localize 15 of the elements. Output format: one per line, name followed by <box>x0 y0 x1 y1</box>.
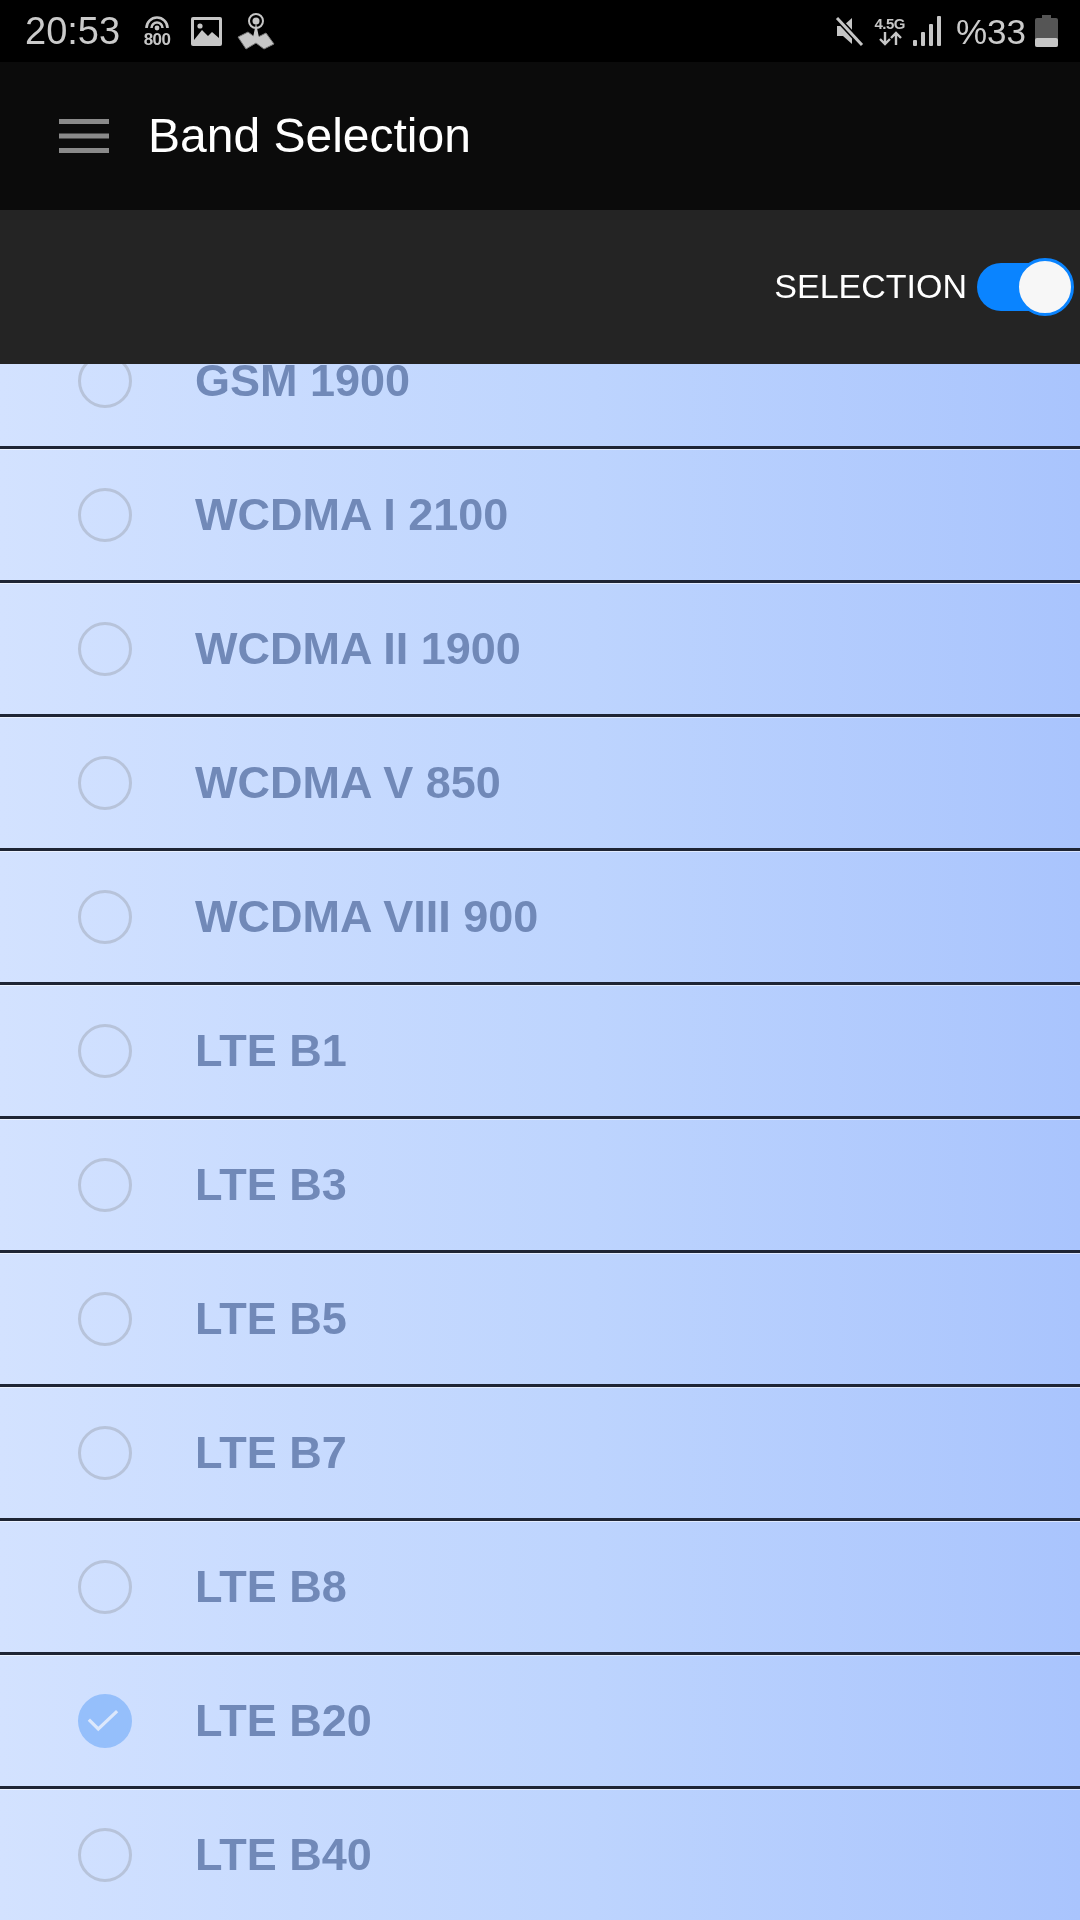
signal-icon <box>912 16 941 46</box>
network-type: 4.5G <box>874 16 905 31</box>
battery-percent: %33 <box>955 13 1026 49</box>
selection-toggle[interactable] <box>977 258 1074 316</box>
map-pin-icon <box>237 12 276 50</box>
menu-icon[interactable] <box>59 119 109 153</box>
battery-icon <box>1035 15 1058 47</box>
broadcast-number: 800 <box>143 30 171 48</box>
selection-label: SELECTION <box>774 267 967 307</box>
status-time: 20:53 <box>25 12 121 50</box>
check-icon <box>87 1709 119 1732</box>
mute-icon <box>834 15 865 47</box>
data-arrows-icon <box>876 31 903 46</box>
screen-title: Band Selection <box>148 108 471 164</box>
image-icon <box>191 16 223 46</box>
